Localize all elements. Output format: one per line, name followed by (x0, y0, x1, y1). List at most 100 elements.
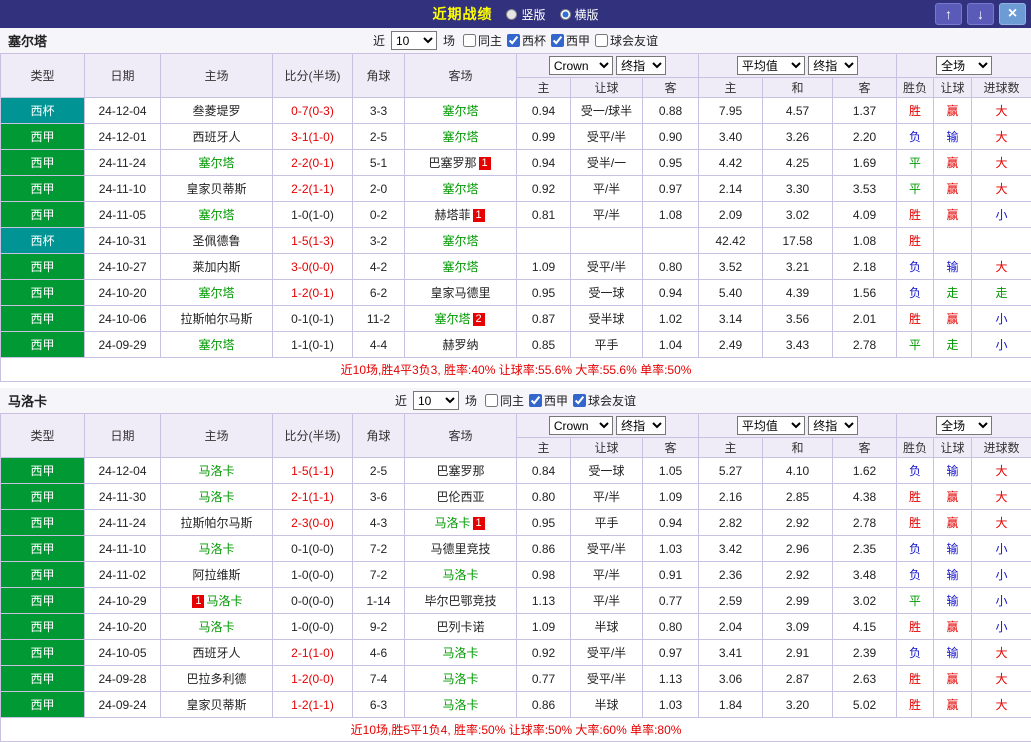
bookmaker-select[interactable]: Crown (549, 56, 613, 75)
average-odds-select[interactable]: 平均值 (737, 56, 805, 75)
col-handicap-result: 让球 (934, 78, 972, 98)
team-name-text: 马洛卡 (442, 568, 478, 582)
team-section-celta: 塞尔塔 近 10 场 同主西杯西甲球会友谊 类型 日期 主场 比分(半场) 角球… (0, 28, 1031, 382)
col-euro-home: 主 (699, 438, 763, 458)
final-odds-select-2[interactable]: 终指 (808, 56, 858, 75)
euro-home-odds-cell: 2.09 (699, 202, 763, 228)
filter-checkbox[interactable] (529, 394, 542, 407)
team-name-text: 毕尔巴鄂竞技 (424, 594, 496, 608)
handicap-away-odds-cell: 0.97 (643, 176, 699, 202)
filter-checkbox[interactable] (573, 394, 586, 407)
euro-draw-odds-cell: 3.56 (763, 306, 833, 332)
euro-home-odds-cell: 3.06 (699, 666, 763, 692)
euro-draw-odds-cell: 17.58 (763, 228, 833, 254)
filter-label: 球会友谊 (610, 32, 658, 49)
team-name-text: 塞尔塔 (442, 104, 478, 118)
goals-result-cell: 大 (972, 666, 1031, 692)
goals-result-cell: 小 (972, 588, 1031, 614)
window-buttons: ↑ ↓ × (935, 3, 1026, 25)
competition-filter[interactable]: 西甲 (529, 392, 568, 409)
match-count-select[interactable]: 10 (391, 31, 437, 50)
date-cell: 24-10-20 (85, 614, 161, 640)
filter-checkbox[interactable] (485, 394, 498, 407)
score-cell: 2-1(1-0) (273, 640, 353, 666)
goals-result-cell: 大 (972, 254, 1031, 280)
euro-draw-odds-cell: 2.99 (763, 588, 833, 614)
home-team-cell: 巴拉多利德 (161, 666, 273, 692)
corner-cell: 6-2 (353, 280, 405, 306)
away-team-cell: 塞尔塔 (405, 124, 517, 150)
filter-checkbox[interactable] (551, 34, 564, 47)
filter-checkbox[interactable] (463, 34, 476, 47)
final-odds-select[interactable]: 终指 (616, 416, 666, 435)
competition-filter[interactable]: 西甲 (551, 32, 590, 49)
competition-filter[interactable]: 同主 (485, 392, 524, 409)
team-name-text: 马洛卡 (206, 594, 242, 608)
scroll-up-button[interactable]: ↑ (935, 3, 962, 25)
average-odds-select[interactable]: 平均值 (737, 416, 805, 435)
euro-draw-odds-cell: 3.21 (763, 254, 833, 280)
full-match-select[interactable]: 全场 (936, 56, 992, 75)
euro-draw-odds-cell: 2.87 (763, 666, 833, 692)
home-team-cell: 皇家贝蒂斯 (161, 176, 273, 202)
close-button[interactable]: × (999, 3, 1026, 25)
handicap-line-cell: 半球 (571, 692, 643, 718)
competition-filter[interactable]: 球会友谊 (573, 392, 636, 409)
team-name-text: 塞尔塔 (198, 156, 234, 170)
match-row: 西甲24-11-05塞尔塔1-0(1-0)0-2赫塔菲10.81平/半1.082… (1, 202, 1031, 228)
euro-away-odds-cell: 3.53 (833, 176, 897, 202)
corner-cell: 7-4 (353, 666, 405, 692)
away-team-cell: 毕尔巴鄂竞技 (405, 588, 517, 614)
competition-filter[interactable]: 西杯 (507, 32, 546, 49)
handicap-home-odds-cell: 0.80 (517, 484, 571, 510)
handicap-away-odds-cell: 1.03 (643, 692, 699, 718)
filter-checkbox[interactable] (507, 34, 520, 47)
date-cell: 24-10-27 (85, 254, 161, 280)
away-team-cell: 巴塞罗那 (405, 458, 517, 484)
handicap-result-cell: 赢 (934, 176, 972, 202)
euro-draw-odds-cell: 3.09 (763, 614, 833, 640)
col-home: 主场 (161, 54, 273, 98)
team-name-text: 马德里竞技 (430, 542, 490, 556)
handicap-home-odds-cell: 0.81 (517, 202, 571, 228)
match-count-select[interactable]: 10 (413, 391, 459, 410)
away-team-cell: 马洛卡1 (405, 510, 517, 536)
layout-radio-vertical[interactable]: 竖版 (506, 6, 545, 23)
score-cell: 1-2(1-1) (273, 692, 353, 718)
euro-draw-odds-cell: 3.43 (763, 332, 833, 358)
handicap-line-cell: 平/半 (571, 202, 643, 228)
col-euro-draw: 和 (763, 438, 833, 458)
handicap-home-odds-cell: 0.85 (517, 332, 571, 358)
final-odds-select-2[interactable]: 终指 (808, 416, 858, 435)
final-odds-select[interactable]: 终指 (616, 56, 666, 75)
competition-filters: 同主西甲球会友谊 (480, 392, 636, 410)
record-summary: 近10场,胜5平1负4, 胜率:50% 让球率:50% 大率:60% 单率:80… (1, 718, 1031, 742)
team-name-text: 塞尔塔 (198, 338, 234, 352)
home-team-cell: 塞尔塔 (161, 202, 273, 228)
corner-cell: 7-2 (353, 536, 405, 562)
bookmaker-select[interactable]: Crown (549, 416, 613, 435)
filter-checkbox[interactable] (595, 34, 608, 47)
euro-draw-odds-cell: 4.57 (763, 98, 833, 124)
handicap-away-odds-cell: 0.88 (643, 98, 699, 124)
scroll-down-button[interactable]: ↓ (967, 3, 994, 25)
euro-away-odds-cell: 2.78 (833, 332, 897, 358)
layout-radio-horizontal[interactable]: 横版 (560, 6, 599, 23)
competition-filter[interactable]: 球会友谊 (595, 32, 658, 49)
competition-cell: 西甲 (1, 562, 85, 588)
euro-home-odds-cell: 3.14 (699, 306, 763, 332)
competition-cell: 西甲 (1, 536, 85, 562)
euro-odds-group: 平均值 终指 (699, 414, 897, 438)
full-match-select[interactable]: 全场 (936, 416, 992, 435)
handicap-line-cell: 平/半 (571, 176, 643, 202)
handicap-line-cell: 受平/半 (571, 254, 643, 280)
handicap-home-odds-cell: 0.84 (517, 458, 571, 484)
col-date: 日期 (85, 54, 161, 98)
match-result-cell: 胜 (897, 484, 934, 510)
corner-cell: 3-3 (353, 98, 405, 124)
col-away: 客场 (405, 414, 517, 458)
score-cell: 2-1(1-1) (273, 484, 353, 510)
competition-filter[interactable]: 同主 (463, 32, 502, 49)
corner-cell: 1-14 (353, 588, 405, 614)
euro-home-odds-cell: 2.04 (699, 614, 763, 640)
